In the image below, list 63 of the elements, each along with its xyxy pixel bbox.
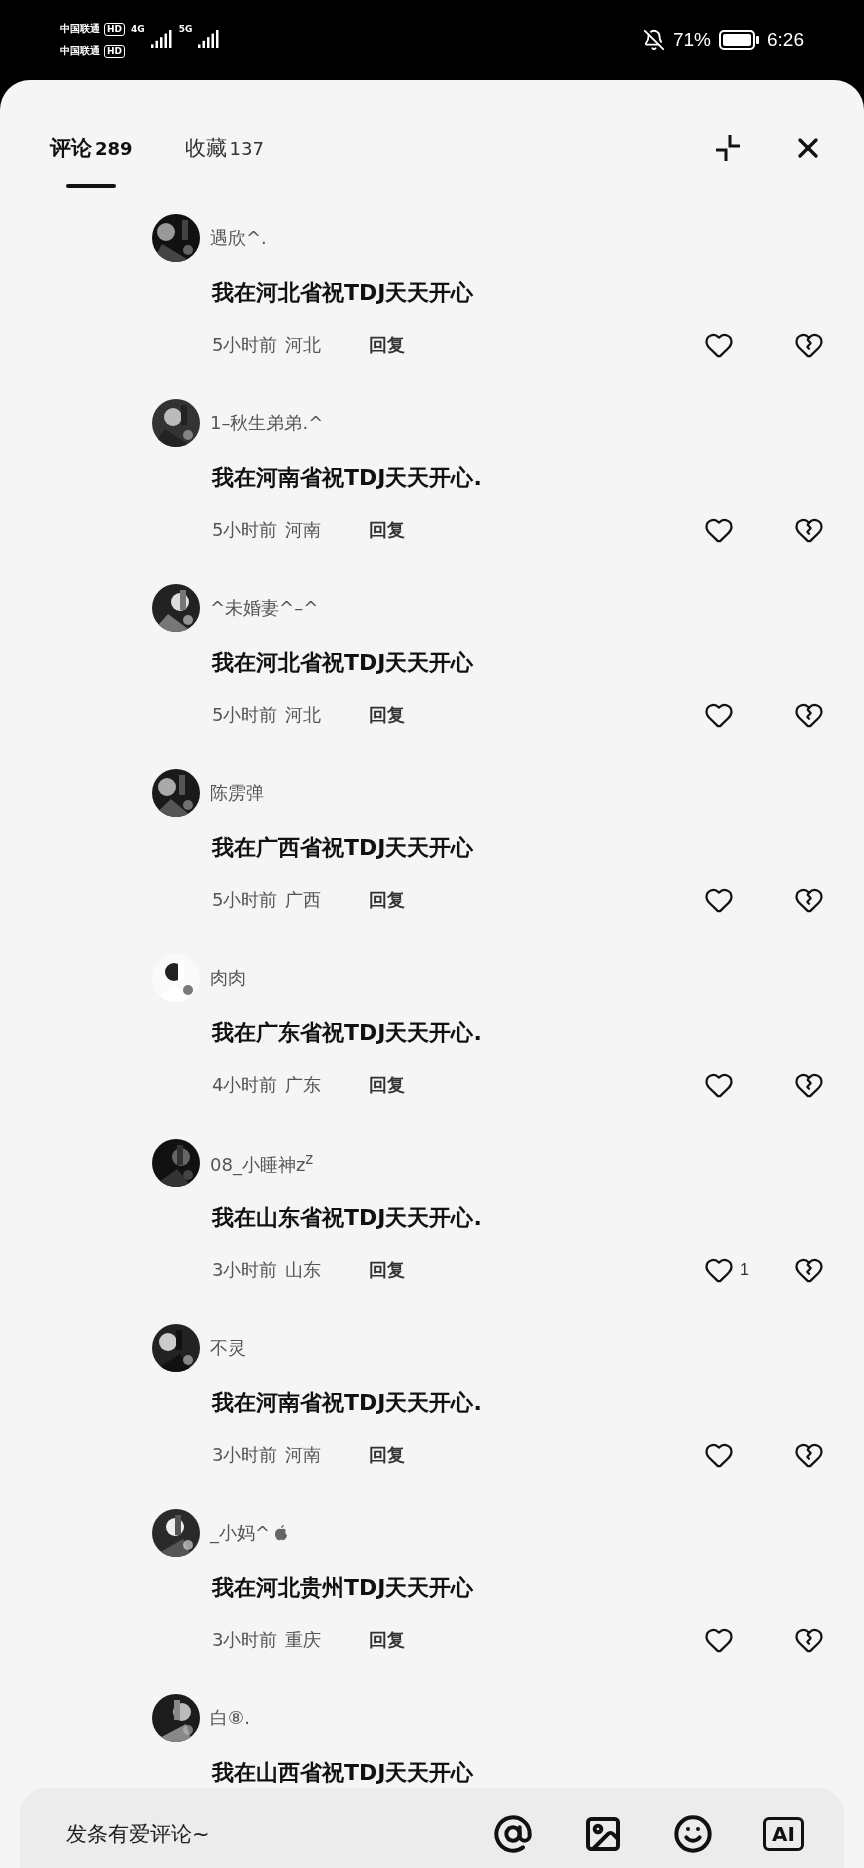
carrier-name: 中国联通	[60, 44, 100, 58]
reply-link[interactable]: 回复	[369, 703, 406, 727]
username[interactable]: ^未婚妻^–^	[210, 596, 319, 620]
reply-link[interactable]: 回复	[369, 888, 406, 912]
username[interactable]: 不灵	[210, 1336, 246, 1360]
username[interactable]: 遇欣^.	[210, 226, 267, 250]
mention-icon[interactable]	[493, 1814, 534, 1854]
username[interactable]: 白⑧.	[210, 1706, 250, 1730]
comment-location: 重庆	[285, 1628, 322, 1652]
reply-link[interactable]: 回复	[369, 518, 406, 542]
comment-input[interactable]: 发条有爱评论~ AI	[20, 1788, 844, 1868]
comment-time: 5小时前	[212, 518, 278, 542]
comment-text: 我在山西省祝TDJ天天开心	[212, 1759, 475, 1787]
username[interactable]: 陈雳弹	[210, 781, 264, 805]
battery-percent: 71%	[673, 29, 711, 51]
clock: 6:26	[767, 29, 804, 51]
comment-text: 我在山东省祝TDJ天天开心.	[212, 1204, 483, 1232]
comment-time: 5小时前	[212, 333, 278, 357]
emoji-icon[interactable]	[673, 1814, 714, 1854]
comment-location: 广西	[285, 888, 322, 912]
comment-location: 河北	[285, 703, 322, 727]
comment-text: 我在河北贵州TDJ天天开心	[212, 1574, 475, 1602]
reply-link[interactable]: 回复	[369, 1443, 406, 1467]
comment-text: 我在广东省祝TDJ天天开心.	[212, 1019, 483, 1047]
comment-location: 河南	[285, 1443, 322, 1467]
hd-badge: HD	[104, 44, 125, 58]
signal-icon	[150, 30, 173, 50]
muted-bell-icon	[643, 29, 665, 51]
username[interactable]: _小妈^	[210, 1521, 289, 1545]
username[interactable]: 08_小睡神z$^{z}$	[210, 1149, 314, 1177]
carrier-name: 中国联通	[60, 22, 100, 36]
ai-button[interactable]: AI	[763, 1817, 804, 1851]
network-type: 5G	[178, 24, 193, 34]
comment-time: 3小时前	[212, 1628, 278, 1652]
username[interactable]: 1–秋生弟弟.^	[210, 411, 324, 435]
comment-location: 广东	[285, 1073, 322, 1097]
reply-link[interactable]: 回复	[369, 1258, 406, 1282]
comment-time: 3小时前	[212, 1443, 278, 1467]
comment-location: 河北	[285, 333, 322, 357]
like-count: 1	[740, 1261, 749, 1279]
reply-link[interactable]: 回复	[369, 333, 406, 357]
username[interactable]: 肉肉	[210, 966, 246, 990]
comment-text: 我在河北省祝TDJ天天开心	[212, 649, 475, 677]
comment-location: 山东	[285, 1258, 322, 1282]
tab[interactable]: 评论 289	[50, 134, 133, 200]
collapse-icon[interactable]	[714, 134, 742, 162]
battery-icon	[719, 30, 759, 50]
comment-time: 3小时前	[212, 1258, 278, 1282]
comment-time: 5小时前	[212, 888, 278, 912]
comment-time: 5小时前	[212, 703, 278, 727]
comment-text: 我在河南省祝TDJ天天开心.	[212, 464, 483, 492]
comment-text: 我在广西省祝TDJ天天开心	[212, 834, 475, 862]
reply-link[interactable]: 回复	[369, 1628, 406, 1652]
tab[interactable]: 收藏 137	[184, 134, 264, 200]
comment-time: 4小时前	[212, 1073, 278, 1097]
signal-icon	[198, 30, 221, 50]
network-type: 4G	[131, 24, 145, 34]
comment-text: 我在河南省祝TDJ天天开心.	[212, 1389, 483, 1417]
hd-badge: HD	[104, 22, 125, 36]
apple-icon	[274, 1525, 289, 1541]
reply-link[interactable]: 回复	[369, 1073, 406, 1097]
comment-location: 河南	[285, 518, 322, 542]
comment-text: 我在河北省祝TDJ天天开心	[212, 279, 475, 307]
